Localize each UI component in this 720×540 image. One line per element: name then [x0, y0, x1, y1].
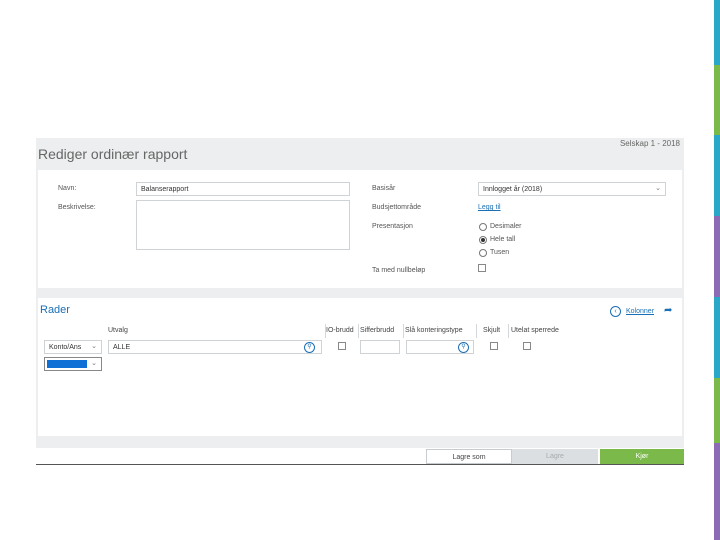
columns-link[interactable]: Kolonner: [626, 308, 654, 315]
header-hide: Skjult: [483, 327, 501, 334]
basis-year-select[interactable]: Innlogget år (2018) ⌄: [478, 182, 666, 196]
search-icon[interactable]: ⚲: [458, 342, 469, 353]
save-as-button[interactable]: Lagre som: [426, 449, 512, 464]
description-textarea[interactable]: [136, 200, 350, 250]
save-button[interactable]: Lagre: [512, 449, 598, 464]
column-divider: [403, 324, 404, 338]
radio-thousands-label: Tusen: [490, 249, 510, 256]
run-button[interactable]: Kjør: [600, 449, 684, 464]
selected-highlight: [47, 360, 87, 368]
column-divider: [508, 324, 509, 338]
row-type-select[interactable]: Konto/Ans ⌄: [44, 340, 102, 354]
rows-panel: Rader ‹ Kolonner ➦ Utvalg IO-brudd Siffe…: [38, 298, 682, 436]
back-circle-icon[interactable]: ‹: [610, 306, 621, 317]
chevron-down-icon: ⌄: [655, 185, 661, 192]
radio-whole-numbers[interactable]: [479, 236, 487, 244]
basis-year-label: Basisår: [372, 185, 396, 192]
radio-decimals[interactable]: [479, 223, 487, 231]
column-divider: [476, 324, 477, 338]
radio-whole-numbers-label: Hele tall: [490, 236, 516, 243]
io-break-checkbox[interactable]: [338, 342, 346, 350]
name-input[interactable]: Balanserapport: [136, 182, 350, 196]
decorative-side-stripe: [714, 0, 720, 540]
selection-input[interactable]: ALLE: [108, 340, 322, 354]
header-posting-type: Slå konteringstype: [405, 327, 463, 334]
company-label: Selskap 1 - 2018: [619, 139, 680, 148]
name-label: Navn:: [58, 185, 77, 192]
chevron-down-icon: ⌄: [91, 360, 97, 367]
basis-year-value: Innlogget år (2018): [483, 186, 543, 193]
description-label: Beskrivelse:: [58, 204, 96, 211]
include-zero-label: Ta med nullbeløp: [372, 267, 426, 274]
page-title: Rediger ordinær rapport: [38, 146, 188, 162]
include-zero-checkbox[interactable]: [478, 264, 486, 272]
chevron-down-icon: ⌄: [91, 343, 97, 350]
budget-area-add-link[interactable]: Legg til: [478, 204, 501, 211]
exclude-closed-checkbox[interactable]: [523, 342, 531, 350]
header-io-break: IO-brudd: [326, 327, 354, 334]
radio-decimals-label: Desimaler: [490, 223, 522, 230]
report-form-panel: Navn: Balanserapport Beskrivelse: Basiså…: [38, 170, 682, 288]
budget-area-label: Budsjettområde: [372, 204, 422, 211]
new-row-type-select[interactable]: ⌄: [44, 357, 102, 371]
presentation-label: Presentasjon: [372, 223, 413, 230]
header-exclude-closed: Utelat sperrede: [511, 327, 559, 334]
digit-break-input[interactable]: [360, 340, 400, 354]
search-icon[interactable]: ⚲: [304, 342, 315, 353]
header-digit-break: Sifferbrudd: [360, 327, 395, 334]
rows-title: Rader: [40, 304, 70, 316]
hide-checkbox[interactable]: [490, 342, 498, 350]
footer-divider: [36, 464, 684, 465]
name-input-value: Balanserapport: [141, 186, 189, 193]
selection-value: ALLE: [113, 344, 131, 351]
column-divider: [358, 324, 359, 338]
arrow-right-icon[interactable]: ➦: [664, 305, 672, 316]
header-selection: Utvalg: [108, 327, 128, 334]
row-type-value: Konto/Ans: [49, 344, 82, 351]
report-editor: Selskap 1 - 2018 Rediger ordinær rapport…: [36, 138, 684, 466]
radio-thousands[interactable]: [479, 249, 487, 257]
